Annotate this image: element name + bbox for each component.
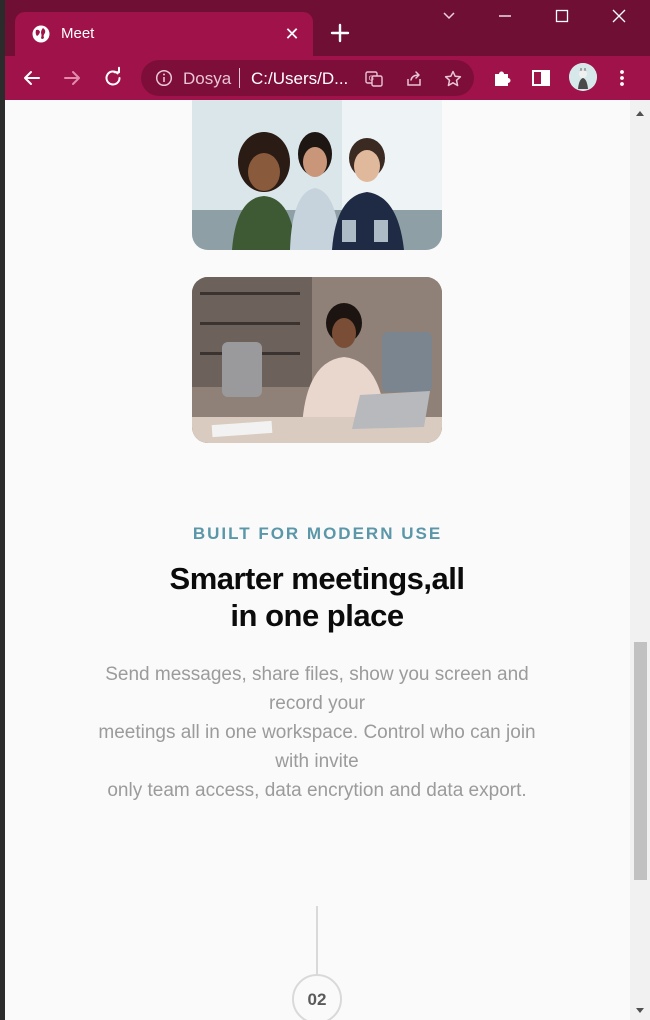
kebab-menu-icon[interactable] xyxy=(609,65,635,91)
description-line: with invite xyxy=(275,751,359,772)
description-line: record your xyxy=(268,693,366,714)
address-bar[interactable]: Dosya C:/Users/D... G xyxy=(141,60,474,96)
tab-close-button[interactable]: ✕ xyxy=(281,23,303,45)
tab-title: Meet xyxy=(61,25,95,42)
scroll-down-arrow-icon[interactable] xyxy=(630,1004,650,1016)
url-text[interactable]: C:/Users/D... xyxy=(251,69,348,89)
step-number: 02 xyxy=(307,990,327,1009)
star-icon[interactable] xyxy=(443,69,463,89)
share-icon[interactable] xyxy=(404,69,424,89)
plus-icon[interactable] xyxy=(327,20,353,46)
side-panel-icon[interactable] xyxy=(528,65,554,91)
close-window-button[interactable] xyxy=(599,8,639,32)
omnibox-divider xyxy=(239,68,240,88)
description-line: only team access, data encrytion and dat… xyxy=(107,780,527,801)
puzzle-icon[interactable] xyxy=(489,65,515,91)
description-line: meetings all in one workspace. Control w… xyxy=(98,722,536,743)
browser-window: Meet ✕ Dosya C:/Users/D... G BUILT FOR M… xyxy=(5,0,650,1020)
translate-icon[interactable]: G xyxy=(364,69,384,89)
tab-search-chevron-icon[interactable] xyxy=(429,8,469,32)
step-badge: 02 xyxy=(292,974,342,1020)
site-label: Dosya xyxy=(183,69,232,88)
tab-meet[interactable]: Meet ✕ xyxy=(15,12,313,56)
section-headline: Smarter meetings,all in one place xyxy=(117,560,517,634)
profile-avatar[interactable] xyxy=(569,63,597,91)
svg-text:G: G xyxy=(369,75,374,83)
back-button[interactable] xyxy=(19,65,45,91)
minimize-button[interactable] xyxy=(485,8,525,32)
title-bar: Meet ✕ xyxy=(5,0,650,56)
reload-button[interactable] xyxy=(100,65,126,91)
headline-line-2: in one place xyxy=(230,598,404,633)
page-scrollbar[interactable] xyxy=(630,100,650,1020)
page-content: BUILT FOR MODERN USE Smarter meetings,al… xyxy=(5,100,630,1020)
description-line: Send messages, share files, show you scr… xyxy=(105,664,529,685)
info-icon[interactable] xyxy=(155,69,173,87)
maximize-button[interactable] xyxy=(542,8,582,32)
team-photo xyxy=(192,100,442,250)
step-connector-line xyxy=(316,906,318,974)
section-description: Send messages, share files, show you scr… xyxy=(67,660,567,805)
browser-toolbar: Dosya C:/Users/D... G xyxy=(5,56,650,100)
forward-button[interactable] xyxy=(59,65,85,91)
headline-line-1: Smarter meetings,all xyxy=(169,561,465,596)
woman-laptop-photo xyxy=(192,277,442,443)
scrollbar-thumb[interactable] xyxy=(634,642,647,880)
scroll-up-arrow-icon[interactable] xyxy=(630,106,650,118)
globe-icon xyxy=(31,24,51,44)
section-eyebrow: BUILT FOR MODERN USE xyxy=(192,524,443,543)
